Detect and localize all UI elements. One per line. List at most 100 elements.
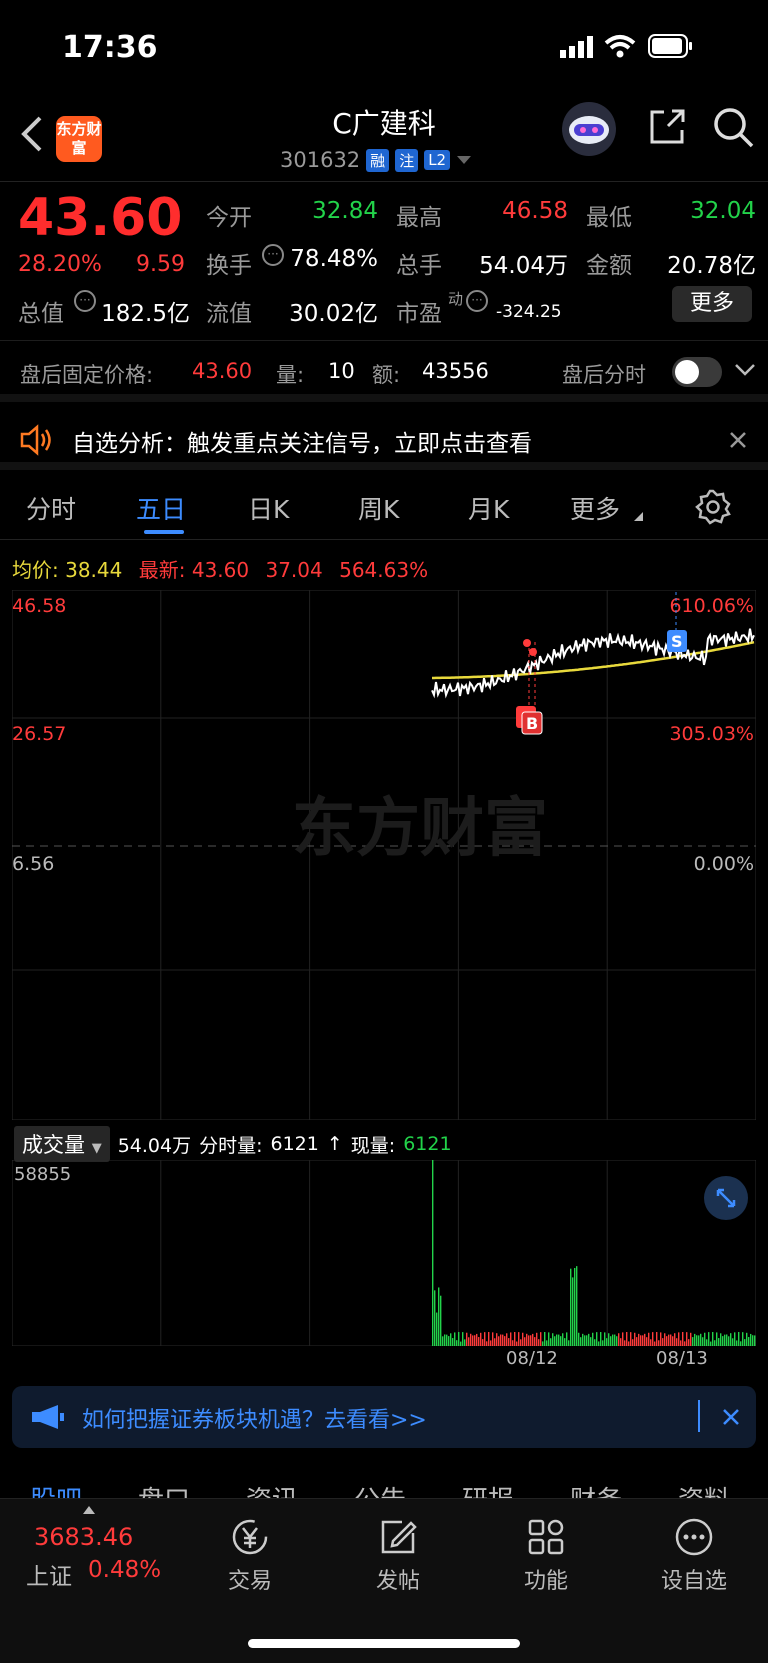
volume-bar [612, 1334, 614, 1346]
volume-bar [554, 1336, 556, 1346]
signal-notice[interactable]: 自选分析：触发重点关注信号，立即点击查看 [0, 410, 768, 470]
tag-registered: 注 [395, 148, 419, 172]
volume-bar [452, 1338, 454, 1346]
volume-bar [644, 1333, 646, 1346]
volume-bar [446, 1334, 448, 1346]
volume-bar [698, 1335, 700, 1346]
volume-chart[interactable]: 58855 [12, 1160, 756, 1346]
volume-bar [720, 1333, 722, 1346]
stat-value: 54.04万 [479, 253, 568, 279]
trade-button[interactable]: 交易 [200, 1517, 300, 1595]
volume-bar [692, 1337, 694, 1346]
tab-monthly-k[interactable]: 月K [468, 490, 509, 526]
promo-banner[interactable]: 如何把握证券板块机遇？去看看>> [12, 1386, 756, 1448]
after-hours-toggle[interactable] [672, 357, 722, 387]
volume-bar [492, 1332, 494, 1346]
volume-bar [646, 1337, 648, 1346]
subtab-announcement[interactable]: 公告 [354, 1480, 406, 1498]
subtab-finance[interactable]: 财务 [570, 1480, 622, 1498]
after-hours-vol-label: 量: [276, 363, 305, 387]
tab-weekly-k[interactable]: 周K [358, 490, 399, 526]
subtab-research[interactable]: 研报 [462, 1480, 514, 1498]
speaker-icon [20, 424, 51, 456]
volume-bar [528, 1335, 530, 1346]
search-icon[interactable] [712, 106, 756, 150]
volume-bar [562, 1333, 564, 1346]
price-line [431, 628, 755, 699]
stat-value: 78.48% [290, 246, 378, 272]
after-hours-row: 盘后固定价格: 43.60 量: 10 额: 43556 盘后分时 [0, 340, 768, 402]
battery-icon [648, 34, 692, 58]
tab-more[interactable]: 更多 [570, 490, 620, 526]
volume-bar [630, 1332, 632, 1346]
volume-bar [672, 1336, 674, 1346]
avg-label: 均价: [12, 558, 59, 582]
function-button[interactable]: 功能 [496, 1517, 596, 1595]
volume-bar [700, 1333, 702, 1346]
y-tick-left: 46.58 [12, 595, 66, 617]
change-amount: 9.59 [136, 252, 185, 277]
subtab-news[interactable]: 资讯 [246, 1480, 298, 1498]
stat-label: 市盈 [396, 301, 442, 327]
stat-label: 流值 [206, 301, 252, 327]
subtab-guba[interactable]: 股吧 [30, 1480, 82, 1498]
volume-bar [702, 1337, 704, 1346]
volume-bar [728, 1336, 730, 1346]
volume-bar [712, 1332, 714, 1346]
volume-bar [732, 1338, 734, 1346]
watchlist-button[interactable]: 设自选 [644, 1517, 744, 1595]
more-button[interactable]: 更多 [672, 286, 752, 322]
stock-code-row[interactable]: 301632 融 注 L2 [280, 148, 472, 172]
volume-total: 54.04万 [117, 1134, 192, 1157]
volume-bar [448, 1336, 450, 1346]
volume-bar [564, 1338, 566, 1346]
price-chart[interactable]: 东方财富 46.58 26.57 6.56 610.06% 305.03% 0.… [12, 590, 756, 1120]
gear-icon[interactable] [694, 488, 732, 526]
volume-bar [752, 1335, 754, 1346]
volume-bar [726, 1334, 728, 1346]
volume-bar [650, 1339, 652, 1346]
info-icon[interactable]: ··· [466, 290, 488, 312]
stat-label: 最高 [396, 205, 442, 231]
post-button[interactable]: 发帖 [348, 1517, 448, 1595]
close-icon[interactable] [722, 1408, 740, 1426]
subtab-profile[interactable]: 资料 [678, 1480, 730, 1498]
volume-bar [684, 1341, 686, 1346]
tab-intraday[interactable]: 分时 [26, 490, 76, 526]
volume-selector[interactable]: 成交量 ▼ [14, 1126, 110, 1162]
volume-bar [468, 1337, 470, 1346]
volume-bar [592, 1332, 594, 1346]
function-label: 功能 [523, 1569, 568, 1594]
active-tab-indicator [144, 530, 184, 534]
volume-bar [626, 1332, 628, 1346]
info-icon[interactable]: ··· [74, 290, 96, 312]
volume-bar [524, 1337, 526, 1346]
volume-selector-label: 成交量 [22, 1133, 85, 1157]
home-indicator [248, 1639, 520, 1648]
tab-daily-k[interactable]: 日K [248, 490, 289, 526]
volume-bar [556, 1334, 558, 1346]
share-icon[interactable] [646, 106, 688, 148]
volume-bar [552, 1333, 554, 1346]
volume-bar [606, 1338, 608, 1346]
robot-assistant-icon[interactable] [560, 100, 618, 158]
watchlist-label: 设自选 [660, 1569, 727, 1594]
stat-value: 32.04 [690, 198, 756, 224]
volume-bar [676, 1338, 678, 1346]
wifi-icon [604, 35, 636, 58]
info-icon[interactable]: ··· [262, 244, 284, 266]
index-value[interactable]: 3683.46 [34, 1523, 133, 1551]
edit-icon [381, 1520, 417, 1554]
last-label: 最新: [138, 558, 186, 582]
tab-five-day[interactable]: 五日 [136, 490, 186, 526]
stat-value: 20.78亿 [667, 253, 756, 279]
volume-bar [488, 1332, 490, 1346]
chevron-down-icon[interactable] [734, 363, 756, 377]
subtab-pankou[interactable]: 盘口 [138, 1480, 190, 1498]
y-tick-right: 610.06% [669, 595, 754, 617]
volume-bar [532, 1333, 534, 1346]
volume-bar [516, 1341, 518, 1346]
close-icon[interactable] [728, 430, 748, 450]
volume-bar [512, 1340, 514, 1346]
volume-bar [668, 1334, 670, 1346]
